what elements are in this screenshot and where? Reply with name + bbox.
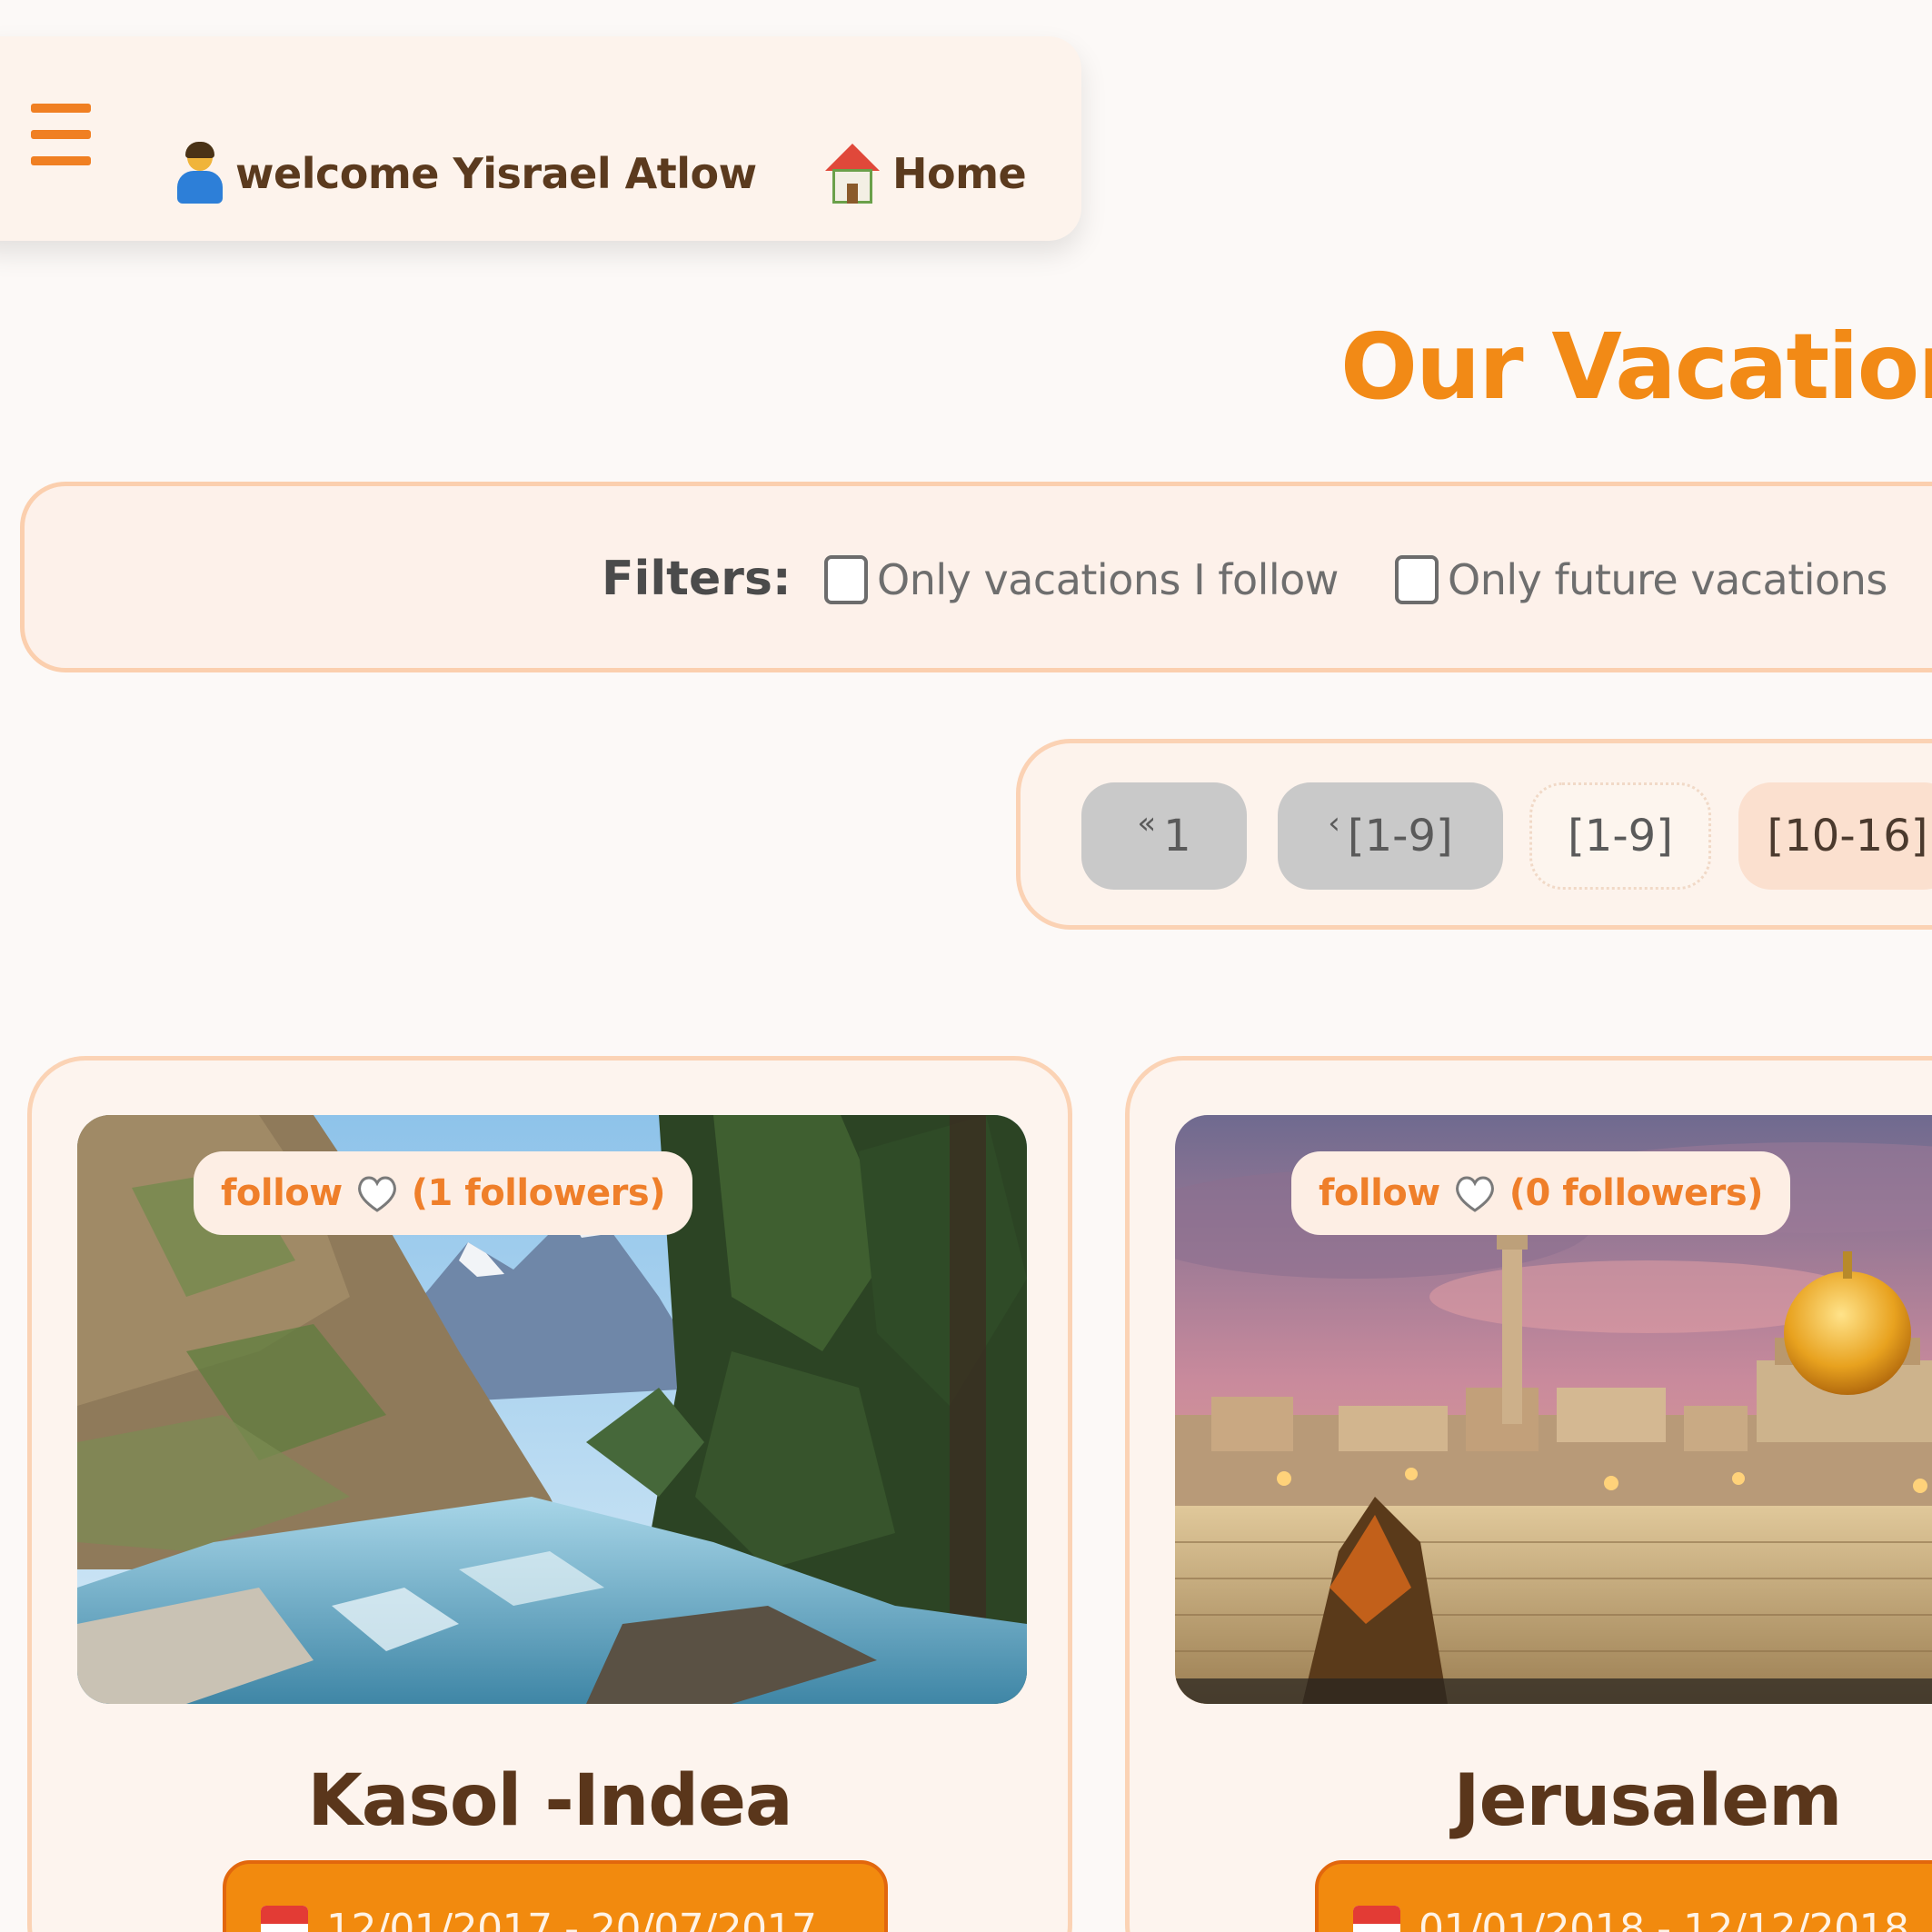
page-next-button[interactable]: [10-16] — [1738, 782, 1932, 890]
person-icon-body — [177, 171, 223, 204]
welcome-text: welcome Yisrael Atlow — [235, 149, 757, 198]
vacation-image-kasol: follow (1 followers) — [77, 1115, 1027, 1704]
page-next-label: [10-16] — [1767, 811, 1928, 861]
house-icon-roof — [825, 144, 880, 171]
heart-icon — [357, 1176, 396, 1212]
vacation-card: follow (0 followers) Jerusalem 01/01/201… — [1125, 1056, 1932, 1932]
heart-icon — [1455, 1176, 1494, 1212]
hamburger-line — [31, 130, 91, 139]
page-current-button[interactable]: [1-9] — [1529, 782, 1711, 890]
vacation-date-range: 01/01/2018 - 12/12/2018 — [1419, 1906, 1909, 1932]
filter-future-label[interactable]: Only future vacations — [1448, 555, 1887, 604]
vacation-image-jerusalem: follow (0 followers) — [1175, 1115, 1932, 1704]
filter-followed-only[interactable]: Only vacations I follow — [824, 555, 1339, 604]
chevron-left-icon: ‹ — [1328, 805, 1340, 842]
filter-followed-label[interactable]: Only vacations I follow — [877, 555, 1339, 604]
page-title: Our Vacations! — [1340, 314, 1932, 420]
double-chevron-left-icon: « — [1137, 805, 1157, 842]
top-navbar: welcome Yisrael Atlow Home — [0, 36, 1081, 241]
calendar-icon-header — [1353, 1906, 1400, 1924]
vacation-dates: 01/01/2018 - 12/12/2018 — [1315, 1860, 1932, 1932]
page-first-label: 1 — [1163, 811, 1191, 861]
followers-count: (0 followers) — [1509, 1172, 1764, 1214]
calendar-icon — [261, 1906, 308, 1932]
follow-button[interactable]: follow (0 followers) — [1291, 1151, 1790, 1235]
home-label[interactable]: Home — [892, 149, 1027, 198]
filters-bar: Filters: Only vacations I follow Only fu… — [20, 482, 1932, 672]
vacation-dates: 12/01/2017 - 20/07/2017 — [223, 1860, 888, 1932]
hamburger-menu-icon[interactable] — [31, 104, 91, 165]
welcome-user: welcome Yisrael Atlow — [177, 142, 757, 204]
followers-count: (1 followers) — [411, 1172, 666, 1214]
follow-label: follow — [1319, 1172, 1440, 1214]
page-current-label: [1-9] — [1568, 811, 1673, 861]
house-icon-door — [847, 184, 858, 204]
filter-future-checkbox[interactable] — [1395, 555, 1439, 604]
vacation-card: follow (1 followers) Kasol -Indea 12/01/… — [27, 1056, 1072, 1932]
page: welcome Yisrael Atlow Home Our Vacations… — [0, 0, 1932, 1932]
calendar-icon — [1353, 1906, 1400, 1932]
calendar-icon-header — [261, 1906, 308, 1924]
follow-label: follow — [221, 1172, 343, 1214]
filter-future-only[interactable]: Only future vacations — [1395, 555, 1887, 604]
person-icon — [177, 142, 223, 204]
pagination: « 1 ‹ [1-9] [1-9] [10-16] — [1016, 739, 1932, 930]
vacation-title: Jerusalem — [1453, 1760, 1843, 1842]
vacation-date-range: 12/01/2017 - 20/07/2017 — [326, 1906, 817, 1932]
follow-button[interactable]: follow (1 followers) — [194, 1151, 692, 1235]
person-icon-hair — [185, 142, 214, 158]
hamburger-line — [31, 156, 91, 165]
hamburger-line — [31, 104, 91, 113]
house-icon — [825, 144, 880, 204]
page-prev-label: [1-9] — [1347, 811, 1453, 861]
home-link[interactable]: Home — [825, 144, 1027, 204]
filter-followed-checkbox[interactable] — [824, 555, 868, 604]
vacation-title: Kasol -Indea — [307, 1760, 792, 1842]
filters-label: Filters: — [602, 552, 792, 606]
page-first-button[interactable]: « 1 — [1081, 782, 1247, 890]
page-prev-button[interactable]: ‹ [1-9] — [1278, 782, 1503, 890]
